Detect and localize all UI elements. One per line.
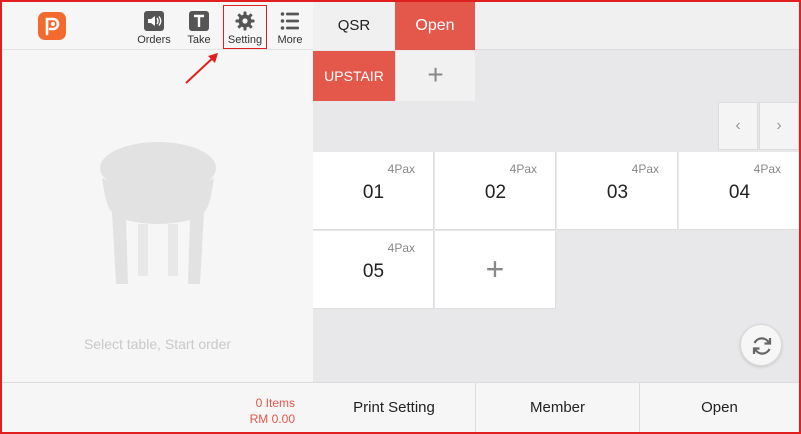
app-logo-icon[interactable] [38, 12, 66, 40]
gear-icon [235, 11, 255, 31]
prev-page-button[interactable]: ‹ [718, 102, 758, 150]
items-count: 0 Items [255, 396, 295, 410]
table-tile[interactable]: 4Pax 03 [557, 152, 678, 230]
take-label: Take [187, 34, 211, 46]
open-button[interactable]: Open [640, 383, 799, 433]
tab-qsr[interactable]: QSR [313, 2, 395, 50]
more-button[interactable]: More [272, 6, 308, 48]
mode-tabs: QSR Open Table [313, 2, 799, 82]
table-tile[interactable]: 4Pax 04 [679, 152, 799, 230]
setting-label: Setting [227, 34, 263, 46]
order-total: RM 0.00 [249, 412, 295, 426]
table-tile[interactable]: 4Pax 01 [313, 152, 434, 230]
table-number: 05 [362, 261, 385, 282]
table-number: 03 [606, 182, 629, 203]
top-toolbar: Orders Take Setting More [2, 2, 313, 50]
next-page-button[interactable]: › [759, 102, 799, 150]
take-button[interactable]: Take [183, 6, 215, 48]
add-floor-button[interactable]: + [395, 51, 475, 101]
table-pax: 4Pax [631, 162, 659, 176]
table-tile[interactable]: 4Pax 05 [313, 231, 434, 309]
refresh-icon [752, 337, 772, 355]
list-icon [280, 12, 299, 30]
table-pax: 4Pax [387, 162, 415, 176]
action-bar: Print Setting Member Open [313, 382, 799, 433]
order-panel: Orders Take Setting More Select table, S… [2, 2, 313, 432]
more-label: More [277, 34, 303, 46]
table-pax: 4Pax [387, 241, 415, 255]
floor-upstair[interactable]: UPSTAIR [313, 51, 395, 101]
table-illustration-icon [100, 142, 216, 284]
orders-button[interactable]: Orders [134, 6, 174, 48]
text-t-icon [189, 11, 209, 31]
table-number: 04 [728, 182, 751, 203]
table-number: 01 [362, 182, 385, 203]
tab-open-table[interactable]: Open Table [395, 2, 475, 82]
annotation-arrow-icon [185, 53, 218, 84]
table-panel: QSR Open Table UPSTAIR + ‹ › 4Pax 01 4Pa… [313, 2, 799, 433]
refresh-button[interactable] [740, 324, 782, 366]
add-table-button[interactable]: + [435, 231, 556, 309]
empty-order-placeholder: Select table, Start order [2, 50, 313, 382]
setting-button[interactable]: Setting [223, 5, 267, 49]
placeholder-text: Select table, Start order [83, 336, 232, 352]
table-tile[interactable]: 4Pax 02 [435, 152, 556, 230]
table-pax: 4Pax [753, 162, 781, 176]
member-button[interactable]: Member [476, 383, 640, 433]
table-pax: 4Pax [509, 162, 537, 176]
orders-label: Orders [137, 34, 171, 46]
print-setting-button[interactable]: Print Setting [313, 383, 476, 433]
table-number: 02 [484, 182, 507, 203]
order-summary: 0 Items RM 0.00 [2, 382, 313, 432]
speaker-icon [144, 11, 164, 31]
floor-tabs: UPSTAIR + [313, 51, 799, 101]
